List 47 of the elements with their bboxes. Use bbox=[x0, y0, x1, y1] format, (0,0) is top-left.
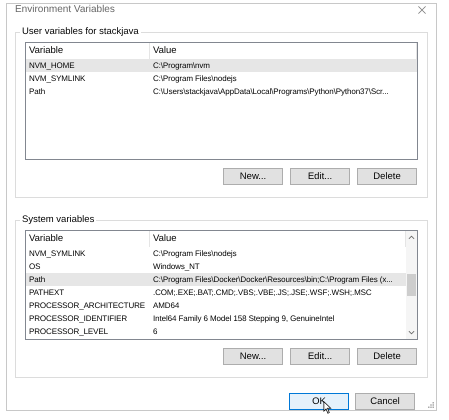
list-row[interactable]: PATHEXT .COM;.EXE;.BAT;.CMD;.VBS;.VBE;.JS;.JSE;.WSF;.WSH;.MSC bbox=[26, 286, 406, 299]
action-button[interactable]: Edit... bbox=[290, 168, 350, 185]
cancel-button[interactable]: Cancel bbox=[355, 393, 415, 410]
variable-name: Path bbox=[28, 86, 46, 98]
list-row[interactable]: PROCESSOR_IDENTIFIER Intel64 Family 6 Model 158 Stepping 9, GenuineIntel bbox=[26, 312, 406, 325]
variable-value: Windows_NT bbox=[152, 261, 201, 273]
variable-value: C:\Program Files\Docker\Docker\Resources\bin;C:\Program Files (x... bbox=[152, 274, 394, 286]
variable-value: C:\Users\stackjava\AppData\Local\Programs\Python\Python37\Scr... bbox=[152, 86, 390, 98]
list-row[interactable]: NVM_SYMLINK C:\Program Files\nodejs bbox=[26, 72, 417, 85]
list-row[interactable]: OS Windows_NT bbox=[26, 260, 406, 273]
variable-value: C:\Program Files\nodejs bbox=[152, 73, 238, 85]
variable-value: 6 bbox=[152, 326, 158, 338]
window-title: Environment Variables bbox=[15, 4, 115, 15]
list-row[interactable]: NVM_HOME C:\Program\nvm bbox=[26, 59, 417, 72]
scroll-up-icon[interactable] bbox=[408, 235, 415, 240]
variable-name: NVM_SYMLINK bbox=[28, 248, 86, 260]
group-title: System variables bbox=[20, 214, 96, 225]
column-header[interactable]: Variable bbox=[26, 231, 150, 247]
variable-value: Intel64 Family 6 Model 158 Stepping 9, GenuineIntel bbox=[152, 313, 336, 325]
list-row[interactable]: PROCESSOR_ARCHITECTURE AMD64 bbox=[26, 299, 406, 312]
variable-name: PATHEXT bbox=[28, 287, 66, 299]
variable-name: Path bbox=[28, 274, 46, 286]
variable-value: C:\Program Files\nodejs bbox=[152, 248, 238, 260]
list-row[interactable]: Path C:\Program Files\Docker\Docker\Resources\bin;C:\Program Files (x... bbox=[26, 273, 406, 286]
scroll-down-icon[interactable] bbox=[408, 330, 415, 335]
scroll-thumb[interactable] bbox=[407, 274, 416, 296]
variable-name: NVM_HOME bbox=[28, 60, 76, 72]
list-row[interactable]: NVM_SYMLINK C:\Program Files\nodejs bbox=[26, 247, 406, 260]
variable-value: .COM;.EXE;.BAT;.CMD;.VBS;.VBE;.JS;.JSE;.WSF;.WSH;.MSC bbox=[152, 287, 373, 299]
action-button[interactable]: Delete bbox=[357, 348, 417, 365]
scrollbar[interactable] bbox=[406, 231, 417, 339]
variable-name: NVM_SYMLINK bbox=[28, 73, 86, 85]
resize-grip-icon[interactable] bbox=[428, 402, 434, 408]
variable-value: C:\Program\nvm bbox=[152, 60, 211, 72]
variable-name: PROCESSOR_ARCHITECTURE bbox=[28, 300, 146, 312]
group-title: User variables for stackjava bbox=[20, 26, 141, 37]
variable-name: PROCESSOR_LEVEL bbox=[28, 326, 109, 338]
action-button[interactable]: New... bbox=[223, 348, 283, 365]
list-row[interactable]: Path C:\Users\stackjava\AppData\Local\Programs\Python\Python37\Scr... bbox=[26, 85, 417, 98]
close-icon[interactable] bbox=[418, 6, 426, 14]
action-button[interactable]: New... bbox=[223, 168, 283, 185]
list-row[interactable]: PROCESSOR_LEVEL 6 bbox=[26, 325, 406, 338]
variable-name: OS bbox=[28, 261, 42, 273]
action-button[interactable]: Delete bbox=[357, 168, 417, 185]
variable-name: PROCESSOR_IDENTIFIER bbox=[28, 313, 128, 325]
variable-value: AMD64 bbox=[152, 300, 180, 312]
action-button[interactable]: Edit... bbox=[290, 348, 350, 365]
